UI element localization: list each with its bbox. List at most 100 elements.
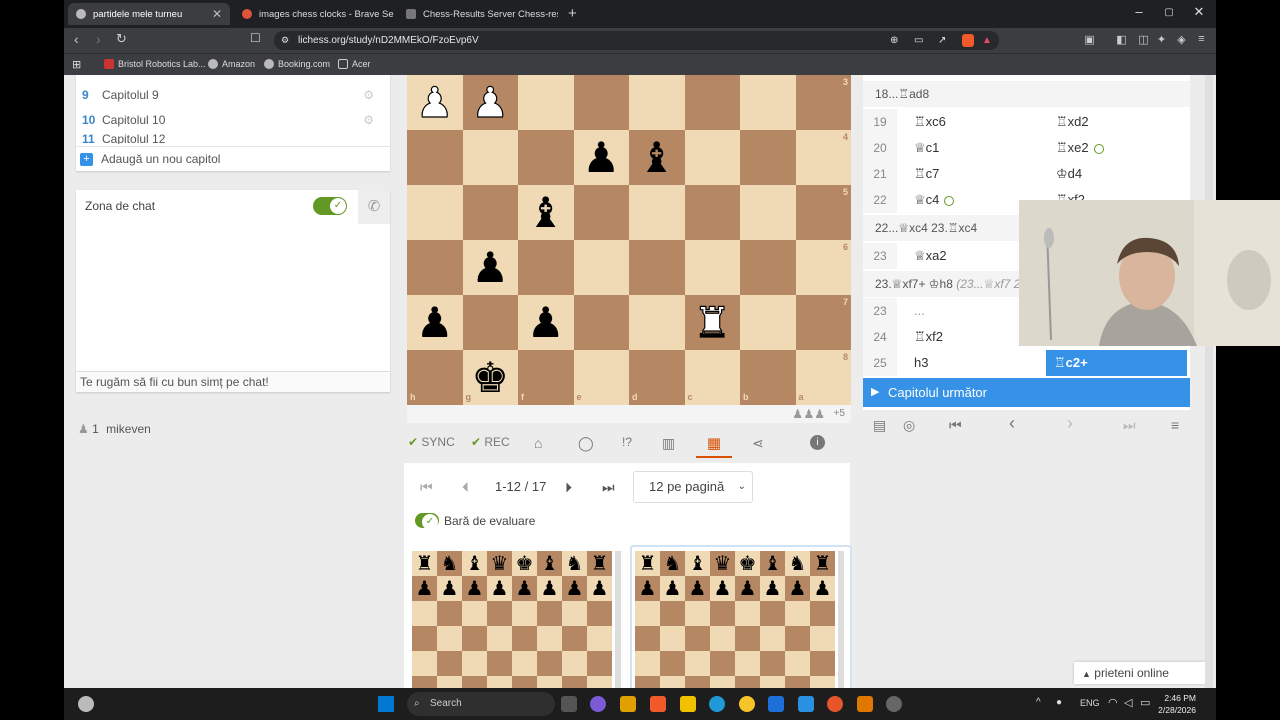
board-square[interactable] [407, 130, 463, 185]
file-explorer-icon[interactable] [680, 696, 696, 712]
settings-icon[interactable] [886, 696, 902, 712]
board-square[interactable] [462, 130, 518, 185]
eval-bar-toggle[interactable] [415, 513, 439, 530]
tab-chess-results[interactable]: Chess-Results Server Chess-results.co [398, 3, 558, 25]
add-chapter-button[interactable]: + Adaugă un nou capitol [76, 146, 390, 171]
chat-input[interactable]: Te rugăm să fii cu bun simț pe chat! [76, 371, 390, 392]
black-piece[interactable]: ♟ [574, 130, 630, 185]
board-square[interactable] [573, 240, 629, 295]
chart-icon[interactable]: ▥ [662, 435, 675, 452]
chat-toggle[interactable] [313, 197, 347, 215]
gear-icon[interactable]: ⚙ [363, 88, 374, 102]
back-icon[interactable]: ‹ [74, 31, 79, 47]
firefox-icon[interactable] [827, 696, 843, 712]
white-piece[interactable]: ♟ [407, 75, 463, 130]
board-square[interactable] [573, 75, 629, 130]
reload-icon[interactable]: ↻ [116, 31, 127, 47]
board-square[interactable] [684, 350, 740, 405]
scrollbar[interactable] [1205, 75, 1213, 688]
url-field[interactable]: ⚙ lichess.org/study/nD2MMEkO/FzoEvp6V ⊕ … [274, 31, 999, 50]
game-preview[interactable]: ♜ ♟ ♞ ♟ ♝ ♟ ♛ ♟ ♚ ♟ ♝ ♟ ♞ ♟ ♜ ♟ [635, 551, 835, 688]
vpn-icon[interactable]: ◈ [1174, 33, 1189, 48]
share-icon[interactable]: ⋖ [752, 435, 764, 452]
close-window-icon[interactable]: ✕ [1184, 4, 1214, 20]
white-move[interactable]: ♕xa2 [914, 243, 947, 269]
white-piece[interactable]: ♜ [685, 295, 741, 350]
bookmark-icon[interactable]: ☐ [250, 31, 261, 45]
close-tab-icon[interactable]: ✕ [212, 7, 222, 21]
sidebar-icon[interactable]: ◧ [1114, 33, 1129, 48]
forward-icon[interactable]: › [96, 31, 101, 47]
next-page-icon[interactable]: ⏵ [565, 479, 572, 496]
share-icon[interactable]: ↗ [938, 31, 946, 50]
board-square[interactable] [629, 75, 685, 130]
white-move[interactable]: ♕c1 [914, 135, 939, 161]
board-square[interactable] [629, 185, 685, 240]
copilot-icon[interactable] [590, 696, 606, 712]
variation-line[interactable]: 18...♖ad8 [863, 81, 1190, 107]
black-move[interactable]: ♖xe2 [1056, 135, 1104, 161]
board-square[interactable] [518, 130, 574, 185]
board-square[interactable] [518, 350, 574, 405]
first-move-icon[interactable]: ⏮ [949, 417, 962, 434]
task-view-icon[interactable] [561, 696, 577, 712]
tab-brave-search[interactable]: images chess clocks - Brave Search [234, 3, 394, 25]
board-square[interactable] [740, 295, 796, 350]
last-page-icon[interactable]: ⏭ [602, 479, 615, 496]
chapter-item[interactable]: 10 Capitolul 10 ⚙ [76, 107, 390, 132]
rec-button[interactable]: ✔ REC [471, 435, 510, 449]
menu-icon[interactable]: ≡ [1171, 417, 1179, 433]
next-chapter-button[interactable]: ▶ Capitolul următor [863, 378, 1190, 407]
site-info-icon[interactable]: ⚙ [281, 31, 289, 50]
game-preview[interactable]: ♜ ♟ ♞ ♟ ♝ ♟ ♛ ♟ ♚ ♟ ♝ ♟ ♞ ♟ ♜ ♟ [412, 551, 612, 688]
todo-icon[interactable] [798, 696, 814, 712]
board-square[interactable] [573, 185, 629, 240]
info-icon[interactable]: i [810, 435, 825, 450]
new-tab-button[interactable]: + [568, 5, 577, 22]
white-move[interactable]: ♕c4 [914, 187, 955, 213]
white-piece[interactable]: ♟ [463, 75, 519, 130]
board-square[interactable] [573, 295, 629, 350]
leo-ai-icon[interactable]: ✦ [1154, 33, 1169, 48]
app-icon[interactable] [857, 696, 873, 712]
brave-rewards-icon[interactable]: ▲ [982, 31, 992, 50]
board-square[interactable] [518, 240, 574, 295]
book-icon[interactable]: ▤ [873, 417, 886, 434]
minimize-icon[interactable]: – [1124, 4, 1154, 19]
chess-board[interactable]: ♟ ♟ ♟ ♝ ♝ ♟ ♟ ♟ ♜ ♚ 3 4 5 6 7 8 h g f e d c b a [407, 75, 851, 405]
store-icon[interactable] [620, 696, 636, 712]
cast-icon[interactable]: ▭ [914, 31, 923, 50]
per-page-select[interactable]: 12 pe pagină ⌄ [633, 471, 753, 503]
board-square[interactable] [462, 295, 518, 350]
white-move[interactable]: ♖c7 [914, 161, 939, 187]
phone-icon[interactable]: ✆ [358, 190, 390, 224]
black-move[interactable]: ♔d4 [1056, 161, 1082, 187]
board-square[interactable] [462, 185, 518, 240]
weather-icon[interactable] [78, 696, 94, 712]
maximize-icon[interactable]: ▢ [1154, 7, 1184, 18]
clock[interactable]: 2:46 PM 2/28/2026 [1158, 692, 1196, 716]
bookmark-acer[interactable]: Acer [338, 59, 371, 69]
brave-taskbar-icon[interactable] [650, 696, 666, 712]
next-move-icon[interactable]: › [1067, 413, 1073, 434]
taskbar-search[interactable]: ⌕ Search [407, 692, 555, 716]
wifi-icon[interactable]: ◠ [1108, 696, 1118, 709]
chevron-up-icon[interactable]: ^ [1036, 697, 1041, 708]
target-icon[interactable]: ◎ [903, 417, 915, 434]
prev-move-icon[interactable]: ‹ [1009, 413, 1015, 434]
bookmark-bristol[interactable]: Bristol Robotics Lab... [104, 59, 206, 69]
board-square[interactable] [740, 185, 796, 240]
member-name[interactable]: mikeven [106, 422, 151, 436]
board-square[interactable] [629, 240, 685, 295]
board-square[interactable] [684, 75, 740, 130]
black-piece[interactable]: ♟ [518, 295, 574, 350]
white-move[interactable]: ♖xf2 [914, 324, 943, 350]
board-square[interactable] [684, 185, 740, 240]
white-move[interactable]: ... [914, 298, 925, 324]
tab-partidele[interactable]: partidele mele turneu ✕ [68, 3, 230, 25]
board-square[interactable] [740, 75, 796, 130]
tag-icon[interactable]: ⌂ [534, 435, 542, 451]
friends-online-button[interactable]: ▲ prieteni online [1074, 662, 1206, 684]
black-piece[interactable]: ♟ [463, 240, 519, 295]
board-square[interactable] [684, 130, 740, 185]
